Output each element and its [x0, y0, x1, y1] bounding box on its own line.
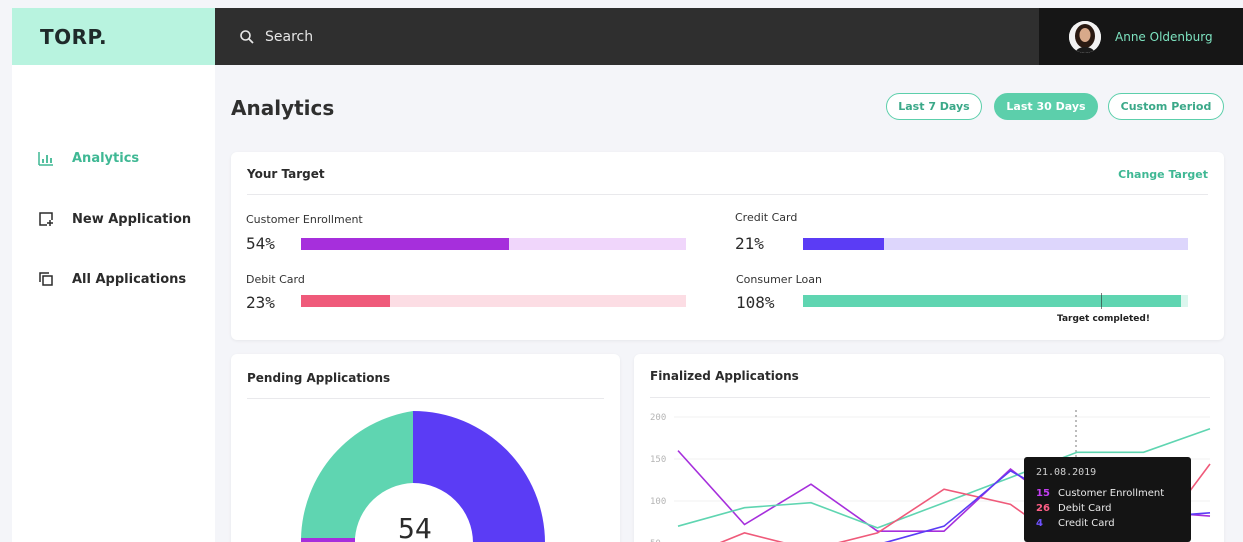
metric-label: Credit Card — [735, 211, 798, 224]
sidebar-item-label: New Application — [72, 211, 192, 227]
tooltip-value: 26 — [1036, 503, 1050, 514]
metric-percent: 108% — [736, 293, 775, 312]
sidebar: Analytics New Application All Applicatio… — [12, 65, 215, 542]
target-completed-note: Target completed! — [1057, 314, 1150, 324]
target-card: Your Target Change Target Customer Enrol… — [231, 152, 1224, 340]
progress-fill — [301, 238, 509, 250]
target-card-title: Your Target — [247, 167, 325, 181]
add-document-icon — [39, 212, 53, 226]
bar-chart-icon — [38, 152, 53, 166]
chart-tooltip: 21.08.2019 15 Customer Enrollment 26 Deb… — [1024, 457, 1191, 542]
change-target-link[interactable]: Change Target — [1118, 168, 1208, 181]
pending-applications-card: Pending Applications 54 — [231, 354, 620, 542]
avatar[interactable] — [1069, 20, 1101, 53]
tooltip-value: 4 — [1036, 518, 1043, 529]
metric-percent: 54% — [246, 234, 275, 253]
tooltip-value: 15 — [1036, 488, 1050, 499]
metric-label: Customer Enrollment — [246, 213, 363, 226]
donut-segment-customer-enrollment — [301, 538, 355, 542]
progress-fill — [803, 295, 1181, 307]
progress-track-credit-card — [803, 238, 1188, 250]
progress-track-customer-enrollment — [301, 238, 686, 250]
target-marker — [1101, 293, 1102, 309]
sidebar-item-new-application[interactable]: New Application — [38, 211, 191, 227]
period-last-7-days-button[interactable]: Last 7 Days — [886, 93, 982, 120]
search-bar[interactable]: Search — [215, 8, 1039, 65]
tooltip-row: 4 Credit Card — [1036, 518, 1179, 529]
tooltip-date: 21.08.2019 — [1036, 467, 1097, 478]
metric-percent: 21% — [735, 234, 764, 253]
period-last-30-days-button[interactable]: Last 30 Days — [994, 93, 1098, 120]
sidebar-item-label: Analytics — [72, 150, 140, 166]
app-logo[interactable]: TORP. — [12, 8, 215, 65]
logo-text: TORP. — [40, 24, 108, 49]
y-tick-label: 150 — [650, 455, 666, 465]
tooltip-row: 26 Debit Card — [1036, 503, 1179, 514]
sidebar-item-all-applications[interactable]: All Applications — [38, 271, 186, 287]
y-tick-label: 200 — [650, 413, 666, 423]
donut-segment-credit-card — [413, 411, 545, 542]
period-custom-button[interactable]: Custom Period — [1108, 93, 1224, 120]
progress-fill — [301, 295, 390, 307]
user-name[interactable]: Anne Oldenburg — [1115, 30, 1213, 44]
y-tick-label: 100 — [650, 497, 666, 507]
user-avatar-icon — [1069, 20, 1101, 53]
page-title: Analytics — [231, 96, 335, 120]
progress-track-consumer-loan — [803, 293, 1188, 309]
progress-track-debit-card — [301, 295, 686, 307]
sidebar-item-analytics[interactable]: Analytics — [38, 150, 139, 166]
metric-percent: 23% — [246, 293, 275, 312]
search-input[interactable]: Search — [265, 29, 313, 45]
search-icon — [240, 29, 254, 44]
metric-label: Consumer Loan — [736, 273, 822, 286]
tooltip-label: Debit Card — [1058, 503, 1112, 514]
tooltip-label: Customer Enrollment — [1058, 488, 1165, 499]
donut-segment-consumer-loan — [301, 411, 413, 542]
tooltip-row: 15 Customer Enrollment — [1036, 488, 1179, 499]
progress-fill — [803, 238, 884, 250]
user-menu[interactable]: Anne Oldenburg — [1039, 8, 1243, 65]
sidebar-item-label: All Applications — [72, 271, 187, 287]
tooltip-label: Credit Card — [1058, 518, 1115, 529]
copy-documents-icon — [39, 272, 53, 286]
donut-center-value: 54 — [398, 512, 432, 542]
divider — [247, 194, 1208, 195]
metric-label: Debit Card — [246, 273, 305, 286]
